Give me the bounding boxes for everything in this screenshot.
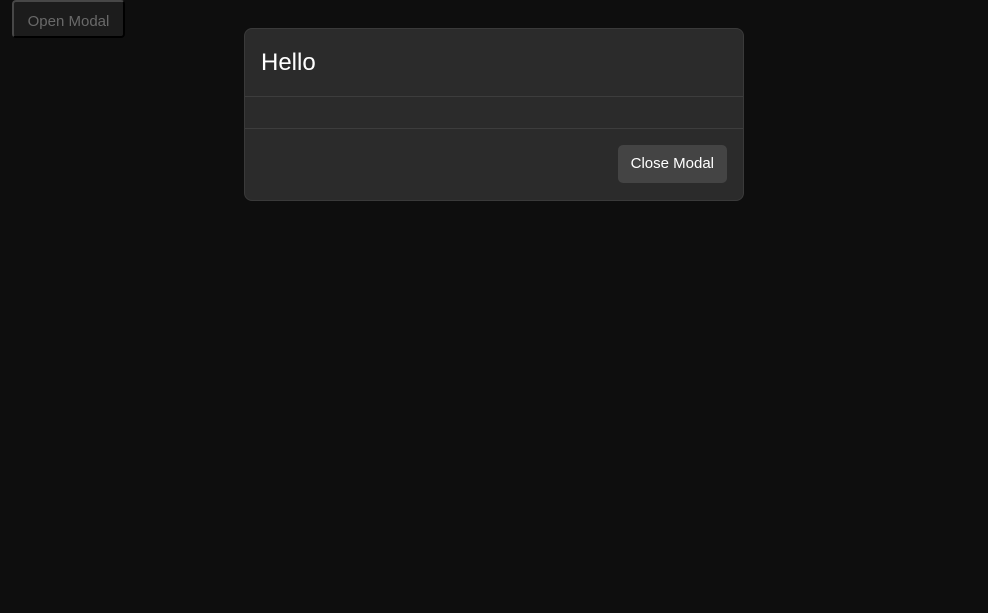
modal-title: Hello <box>261 49 316 76</box>
modal-header: Hello <box>245 29 743 97</box>
close-modal-button[interactable]: Close Modal <box>617 145 727 183</box>
modal-body <box>245 97 743 129</box>
modal-footer: Close Modal <box>245 129 743 200</box>
page: Open Modal Hello Close Modal <box>0 0 988 613</box>
modal-dialog: Hello Close Modal <box>244 28 744 201</box>
